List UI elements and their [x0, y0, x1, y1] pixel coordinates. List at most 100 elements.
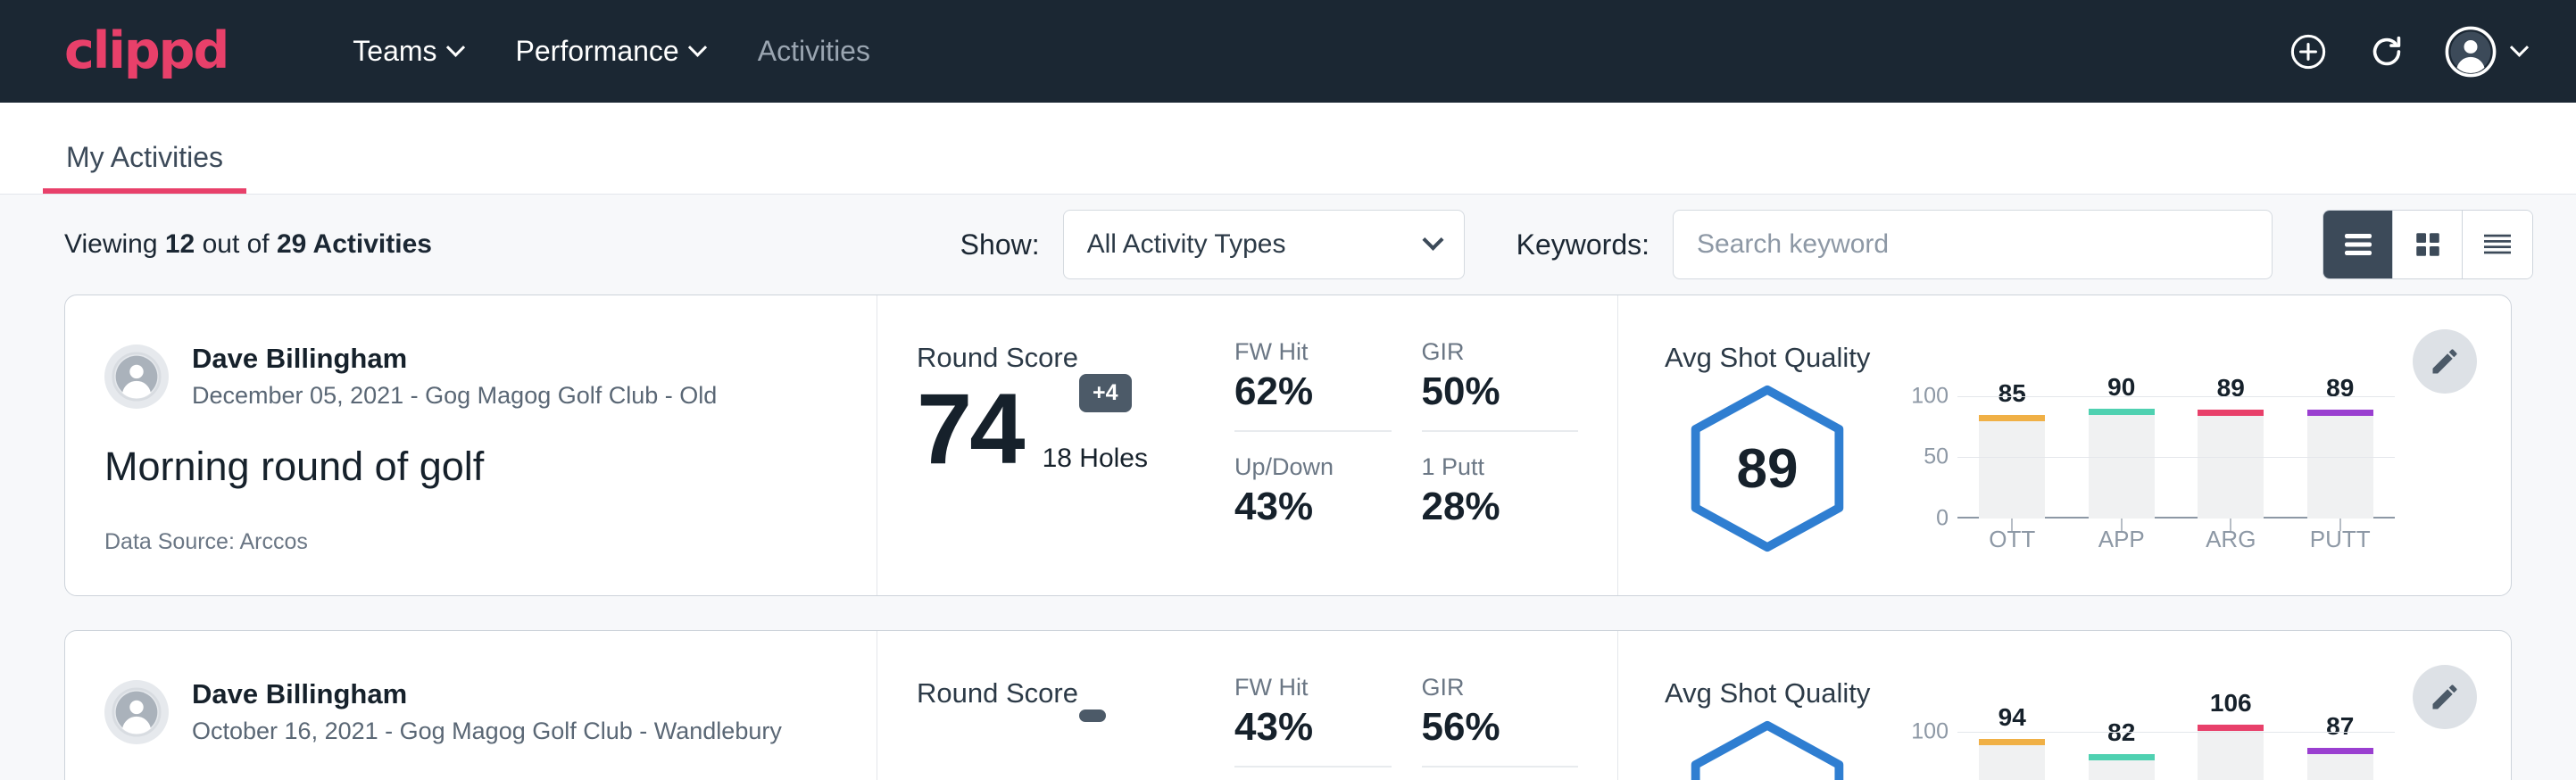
- chart-gridline: [1957, 457, 2395, 458]
- chart-bar-value: 89: [2217, 374, 2245, 402]
- top-navigation-bar: clippd Teams Performance Activities: [0, 0, 2576, 103]
- chart-x-tick: [2121, 519, 2123, 531]
- chart-bars: 85908989: [1957, 385, 2395, 519]
- score-to-par-badge: [1079, 709, 1106, 722]
- stat-gir: GIR 50%: [1422, 338, 1579, 432]
- round-score-value: 74: [917, 379, 1023, 479]
- chart-y-axis: 050100: [1902, 385, 1957, 519]
- activity-type-select-value: All Activity Types: [1087, 229, 1286, 260]
- round-score-value-group: 74 +4 18 Holes: [917, 379, 1234, 479]
- viewing-mid: out of: [195, 229, 277, 259]
- chart-x-tick: [2011, 519, 2013, 531]
- activity-type-select[interactable]: All Activity Types: [1063, 210, 1465, 279]
- player-name: Dave Billingham: [192, 677, 782, 712]
- viewing-count: 12: [165, 229, 195, 259]
- activity-card[interactable]: Dave Billingham December 05, 2021 - Gog …: [64, 295, 2512, 596]
- chart-bar-cap: [1979, 739, 2045, 745]
- chart-bar: 82: [2089, 720, 2155, 780]
- primary-nav: Teams Performance Activities: [326, 35, 897, 68]
- nav-item-activities-label: Activities: [758, 35, 870, 68]
- chart-bar-body: [1979, 415, 2045, 519]
- chart-bar-body: [2307, 748, 2373, 780]
- chart-bar-body: [2089, 409, 2155, 519]
- account-avatar[interactable]: [2445, 26, 2526, 78]
- round-score-label: Round Score: [917, 342, 1234, 374]
- nav-item-performance-label: Performance: [516, 35, 679, 68]
- data-source: Data Source: Arccos: [104, 529, 837, 555]
- chart-plot-area: 948210687: [1957, 720, 2395, 780]
- app-logo[interactable]: clippd: [64, 26, 228, 77]
- activity-title: Morning round of golf: [104, 444, 837, 490]
- compact-view-button[interactable]: [2463, 211, 2532, 278]
- chart-bar-cap: [2089, 409, 2155, 415]
- nav-item-teams[interactable]: Teams: [326, 35, 488, 68]
- nav-item-teams-label: Teams: [353, 35, 436, 68]
- score-to-par-badge: +4: [1079, 374, 1132, 412]
- stat-up-down-label: Up/Down: [1234, 453, 1392, 481]
- nav-item-activities[interactable]: Activities: [731, 35, 897, 68]
- stat-fw-hit-value: 62%: [1234, 371, 1392, 412]
- chart-bar-cap: [1979, 415, 2045, 421]
- stat-one-putt: 1 Putt 28%: [1422, 453, 1579, 545]
- refresh-icon[interactable]: [2366, 31, 2407, 72]
- list-view-button[interactable]: [2323, 211, 2393, 278]
- activity-card-list: Dave Billingham December 05, 2021 - Gog …: [0, 295, 2576, 780]
- chart-bar: 89: [2198, 385, 2264, 519]
- edit-activity-button[interactable]: [2413, 329, 2477, 394]
- nav-item-performance[interactable]: Performance: [489, 35, 731, 68]
- chart-bar-value: 106: [2210, 689, 2252, 718]
- viewing-prefix: Viewing: [64, 229, 165, 259]
- activity-info: Dave Billingham December 05, 2021 - Gog …: [65, 295, 877, 595]
- grid-view-button[interactable]: [2393, 211, 2463, 278]
- chart-bars: 948210687: [1957, 720, 2395, 780]
- chart-bar-body: [1979, 739, 2045, 780]
- chevron-down-icon: [445, 38, 464, 57]
- chart-bar-cap: [2089, 754, 2155, 760]
- search-input[interactable]: [1673, 210, 2273, 279]
- stat-gir-value: 56%: [1422, 707, 1579, 748]
- chart-bar-value: 87: [2326, 712, 2354, 741]
- chevron-down-icon: [688, 38, 707, 57]
- add-circle-icon[interactable]: [2288, 31, 2329, 72]
- stat-gir-value: 50%: [1422, 371, 1579, 412]
- chart-bar: 90: [2089, 385, 2155, 519]
- activity-author: Dave Billingham December 05, 2021 - Gog …: [104, 342, 837, 411]
- chart-bar: 85: [1979, 385, 2045, 519]
- chart-bar-value: 94: [1998, 703, 2026, 732]
- stat-gir-label: GIR: [1422, 674, 1579, 701]
- stat-fw-hit: FW Hit 62%: [1234, 338, 1392, 432]
- avg-shot-quality-section: Avg Shot Quality 050100 948: [1618, 631, 2511, 780]
- tab-bar: My Activities: [0, 103, 2576, 195]
- stat-fw-hit-value: 43%: [1234, 707, 1392, 748]
- stat-gir-label: GIR: [1422, 338, 1579, 366]
- activity-info: Dave Billingham October 16, 2021 - Gog M…: [65, 631, 877, 780]
- chart-bar: 94: [1979, 720, 2045, 780]
- player-name: Dave Billingham: [192, 342, 717, 377]
- chevron-down-icon: [1422, 228, 1443, 250]
- chart-x-tick: [2230, 519, 2231, 531]
- round-score-section: Round Score: [877, 631, 1234, 780]
- chart-bar-cap: [2307, 748, 2373, 754]
- chart-y-tick: 50: [1924, 444, 1949, 470]
- shot-quality-bar-chart: 050100 948210687 OTTAPPARGPUTT: [1870, 720, 2511, 780]
- avg-shot-quality-hexagon: [1665, 717, 1870, 780]
- nav-actions: [2288, 26, 2526, 78]
- chart-x-tick: [2339, 519, 2341, 531]
- avg-shot-quality-label: Avg Shot Quality: [1665, 677, 2511, 709]
- activity-card[interactable]: Dave Billingham October 16, 2021 - Gog M…: [64, 630, 2512, 780]
- avatar: [104, 680, 169, 744]
- chart-bar-body: [2307, 410, 2373, 518]
- avg-shot-quality-label: Avg Shot Quality: [1665, 342, 2511, 374]
- chart-bar-cap: [2307, 410, 2373, 416]
- stat-fw-hit: FW Hit 43%: [1234, 674, 1392, 768]
- activity-meta: October 16, 2021 - Gog Magog Golf Club -…: [192, 716, 782, 747]
- avatar: [104, 344, 169, 409]
- chart-bar-body: [2198, 410, 2264, 518]
- holes-label: 18 Holes: [1043, 444, 1148, 479]
- edit-activity-button[interactable]: [2413, 665, 2477, 729]
- chart-bar-cap: [2198, 725, 2264, 731]
- tab-my-activities[interactable]: My Activities: [43, 141, 246, 194]
- avg-shot-quality-body: 050100 948210687 OTTAPPARGPUTT: [1665, 717, 2511, 780]
- chart-bar: 87: [2307, 720, 2373, 780]
- view-mode-toggle: [2323, 210, 2533, 279]
